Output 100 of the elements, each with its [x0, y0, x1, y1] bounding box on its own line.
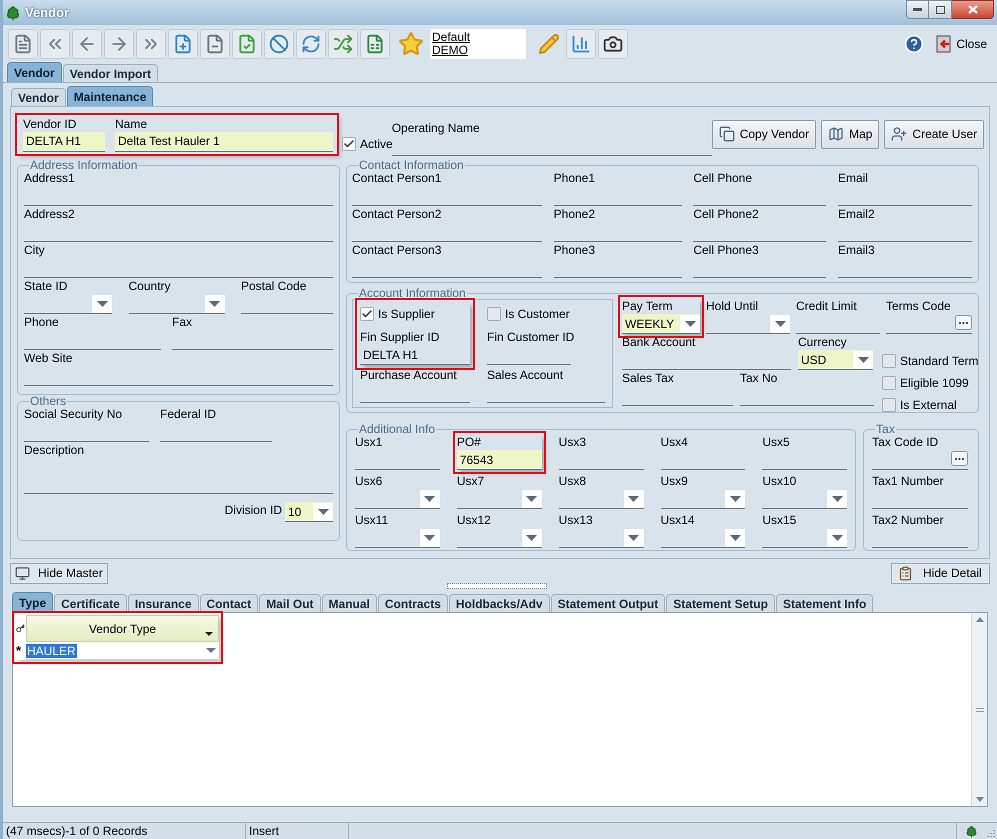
- group-title: Others: [29, 395, 68, 407]
- next-button[interactable]: [104, 28, 134, 58]
- scrollbar[interactable]: [971, 613, 987, 806]
- tab[interactable]: Vendor Import: [62, 64, 158, 82]
- dropdown-field[interactable]: [456, 489, 542, 509]
- lookup-button[interactable]: [955, 315, 972, 330]
- tree-icon: [5, 4, 21, 20]
- dropdown-field[interactable]: [762, 489, 848, 509]
- dropdown-field[interactable]: [128, 294, 224, 314]
- tab[interactable]: Contracts: [378, 594, 448, 612]
- tab[interactable]: Manual: [322, 594, 377, 612]
- previous-button[interactable]: [72, 28, 102, 58]
- field-label: Web Site: [24, 351, 74, 366]
- action-button[interactable]: Create User: [884, 120, 984, 148]
- list-button[interactable]: [8, 28, 38, 58]
- scroll-down-icon[interactable]: [976, 797, 984, 802]
- tab[interactable]: Statement Setup: [666, 594, 775, 612]
- dropdown-field[interactable]: [355, 489, 440, 509]
- dropdown-field[interactable]: [762, 528, 848, 548]
- pencil-icon: [538, 32, 560, 54]
- tab[interactable]: Vendor: [11, 88, 66, 106]
- checkbox[interactable]: [360, 307, 374, 321]
- close-icon: [968, 5, 978, 14]
- check-icon: [361, 308, 373, 320]
- field-label: Usx7: [456, 474, 486, 489]
- checkbox-label: Is Supplier: [378, 306, 435, 323]
- close-button[interactable]: [952, 0, 994, 19]
- checkbox-label: Standard Term: [900, 353, 978, 370]
- field-label: Usx3: [558, 435, 587, 450]
- dropdown-field[interactable]: [355, 528, 440, 548]
- field-label: PO#: [456, 435, 482, 450]
- checkbox[interactable]: [342, 137, 356, 151]
- checkbox[interactable]: [882, 398, 896, 412]
- input-field[interactable]: Delta Test Hauler 1: [115, 132, 333, 152]
- close-window-button[interactable]: Close: [936, 34, 987, 52]
- bar-chart-icon: [571, 34, 591, 54]
- action-button[interactable]: Map: [821, 120, 880, 148]
- tab[interactable]: Statement Info: [776, 594, 874, 612]
- tab[interactable]: Insurance: [128, 594, 199, 612]
- last-button[interactable]: [136, 28, 166, 58]
- maximize-icon: [936, 6, 944, 14]
- add-button[interactable]: [168, 28, 198, 58]
- cancel-button[interactable]: [264, 28, 294, 58]
- camera-icon: [603, 34, 623, 54]
- tab[interactable]: Vendor: [7, 62, 62, 82]
- maximize-button[interactable]: [929, 0, 952, 19]
- tab[interactable]: Certificate: [54, 594, 127, 612]
- hide-detail-button[interactable]: Hide Detail: [891, 562, 990, 584]
- grid-cell[interactable]: HAULER: [26, 642, 219, 660]
- tab[interactable]: Mail Out: [259, 594, 321, 612]
- splitter-handle[interactable]: [447, 583, 547, 589]
- scroll-up-icon[interactable]: [976, 617, 984, 622]
- field-label: Usx13: [558, 513, 594, 528]
- first-button[interactable]: [40, 28, 70, 58]
- field-label: Usx15: [762, 513, 798, 528]
- save-button[interactable]: [232, 28, 262, 58]
- dropdown-field[interactable]: [660, 528, 746, 548]
- remove-document-icon: [205, 34, 225, 54]
- transfer-button[interactable]: [328, 28, 358, 58]
- dropdown-field[interactable]: [558, 489, 644, 509]
- checkbox[interactable]: [882, 376, 896, 390]
- action-button[interactable]: Copy Vendor: [712, 120, 816, 148]
- dropdown-field[interactable]: [456, 528, 542, 548]
- tab[interactable]: Type: [12, 592, 54, 612]
- hide-master-button[interactable]: Hide Master: [10, 562, 108, 584]
- tab[interactable]: Contact: [200, 594, 258, 612]
- status-mode: Insert: [246, 823, 349, 839]
- checkbox[interactable]: [882, 354, 896, 368]
- input-field[interactable]: 76543: [456, 450, 542, 470]
- field-label: Fin Supplier ID: [360, 330, 440, 345]
- lookup-button[interactable]: [951, 451, 968, 466]
- tab[interactable]: Maintenance: [66, 86, 154, 106]
- dropdown-field[interactable]: USD: [798, 350, 873, 370]
- profile-link[interactable]: Default: [432, 30, 470, 44]
- dropdown-field[interactable]: 10: [285, 502, 333, 522]
- dropdown-field[interactable]: [558, 528, 644, 548]
- excel-button[interactable]: [360, 28, 390, 58]
- minimize-button[interactable]: [906, 0, 929, 19]
- checkbox[interactable]: [487, 307, 501, 321]
- delete-button[interactable]: [200, 28, 230, 58]
- tab[interactable]: Holdbacks/Adv: [448, 594, 550, 612]
- column-header[interactable]: Vendor Type: [26, 615, 219, 642]
- input-field[interactable]: [886, 314, 972, 334]
- field-label: Postal Code: [241, 279, 308, 294]
- input-field[interactable]: DELTA H1: [23, 132, 105, 152]
- key-icon: [16, 624, 25, 633]
- snapshot-button[interactable]: [598, 28, 628, 58]
- input-field[interactable]: [872, 450, 968, 470]
- input-field[interactable]: DELTA H1: [360, 345, 470, 365]
- dropdown-field[interactable]: [660, 489, 746, 509]
- dropdown-field[interactable]: [706, 314, 790, 334]
- resize-grip-icon: [985, 827, 995, 837]
- profile-link[interactable]: DEMO: [432, 44, 468, 56]
- refresh-button[interactable]: [296, 28, 326, 58]
- tab[interactable]: Statement Output: [550, 594, 666, 612]
- status-records: (47 msecs)-1 of 0 Records: [3, 823, 246, 839]
- cancel-icon: [269, 34, 289, 54]
- field-label: Operating Name: [392, 121, 481, 136]
- dropdown-field[interactable]: WEEKLY: [622, 314, 700, 334]
- dropdown-field[interactable]: [24, 294, 112, 314]
